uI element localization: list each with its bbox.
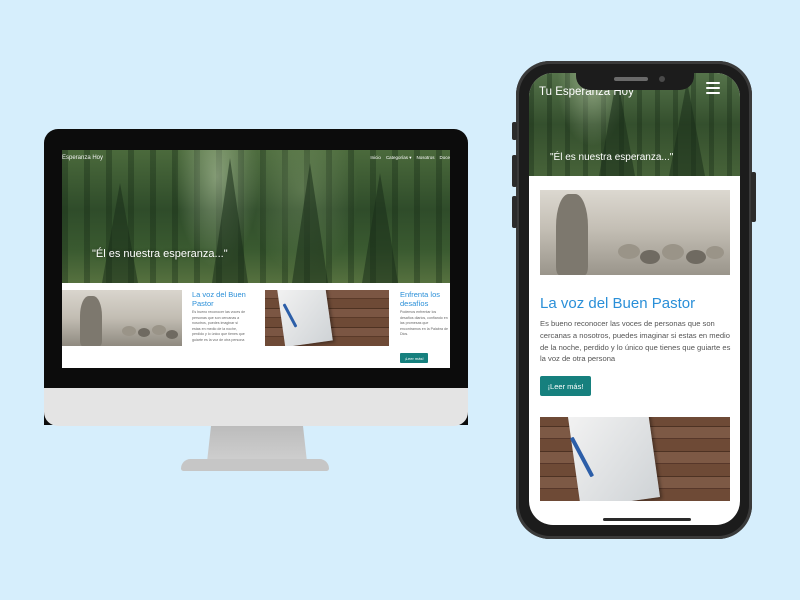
desktop-article-excerpt-1: Es bueno reconocer las voces de personas… — [192, 310, 246, 342]
tree-silhouette — [212, 158, 248, 283]
mobile-read-more-button[interactable]: ¡Leer más! — [540, 376, 591, 396]
sheep-shape — [706, 246, 724, 259]
desktop-article-title-2[interactable]: Enfrenta los desafíos — [400, 290, 448, 308]
nav-item-categorias[interactable]: Categorías ▾ — [386, 155, 412, 161]
shepherd-image — [62, 290, 182, 346]
phone-home-indicator — [603, 518, 691, 521]
desktop-stand-base — [181, 459, 329, 471]
desktop-site-brand[interactable]: Esperanza Hoy — [62, 155, 103, 161]
tree-silhouette — [362, 173, 398, 283]
sheep-shape — [662, 244, 684, 260]
mobile-hero-quote: "Él es nuestra esperanza..." — [550, 152, 674, 163]
desktop-read-more-button[interactable]: ¡Leer más! — [400, 353, 428, 363]
tree-silhouette — [292, 163, 328, 283]
nav-item-inicio[interactable]: Inicio — [370, 155, 381, 161]
phone-camera — [659, 76, 665, 82]
sheep-shape — [640, 250, 660, 264]
shepherd-figure — [80, 296, 102, 346]
sheep-shape — [618, 244, 640, 259]
phone-screen: Tu Esperanza Hoy "Él es nuestra esperanz… — [529, 73, 740, 525]
hamburger-menu-icon[interactable] — [706, 82, 720, 94]
desktop-hero-quote: "Él es nuestra esperanza..." — [92, 248, 228, 260]
sheep-shape — [138, 328, 150, 337]
mobile-article-title[interactable]: La voz del Buen Pastor — [540, 295, 695, 312]
tree-silhouette — [102, 183, 138, 283]
sheep-shape — [122, 326, 136, 336]
sheep-shape — [686, 250, 706, 264]
mobile-article-excerpt: Es bueno reconocer las voces de personas… — [540, 319, 731, 364]
sheep-shape — [152, 325, 166, 335]
desktop-screen: Esperanza Hoy Inicio Categorías ▾ Nosotr… — [62, 150, 450, 368]
notebook-image — [265, 290, 389, 346]
desktop-article-title-1[interactable]: La voz del Buen Pastor — [192, 290, 247, 308]
phone-notch — [576, 72, 694, 90]
phone-mute-switch — [512, 122, 517, 140]
shepherd-figure — [556, 194, 588, 275]
phone-volume-up-button — [512, 155, 517, 187]
notebook-shape — [277, 290, 333, 346]
phone-volume-down-button — [512, 196, 517, 228]
tree-silhouette — [669, 81, 705, 176]
notebook-image — [540, 417, 730, 501]
desktop-stand-neck — [207, 426, 307, 462]
nav-item-nosotros[interactable]: Nosotros — [416, 155, 434, 161]
desktop-article-excerpt-2: Podemos enfrentar los desafíos diarios, … — [400, 310, 448, 337]
desktop-nav: Inicio Categorías ▾ Nosotros Doce — [370, 155, 450, 161]
phone-power-button — [751, 172, 756, 222]
phone-speaker — [614, 77, 648, 81]
sheep-shape — [166, 330, 178, 339]
desktop-hero-banner: Esperanza Hoy Inicio Categorías ▾ Nosotr… — [62, 150, 450, 283]
desktop-monitor-chin — [44, 388, 468, 426]
shepherd-image — [540, 190, 730, 275]
nav-item-doce[interactable]: Doce — [439, 155, 450, 161]
